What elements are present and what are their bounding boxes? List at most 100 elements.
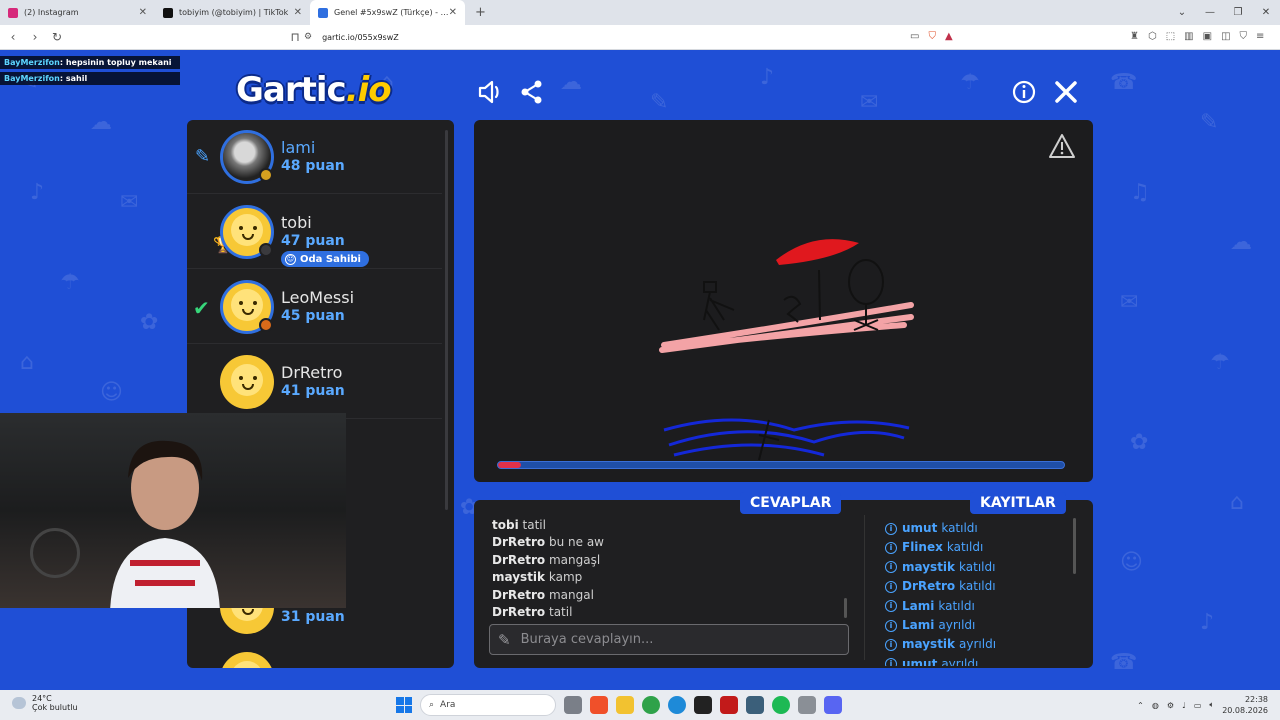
sidebar-icon[interactable]: ▥ <box>1184 31 1193 42</box>
bookmark-icon[interactable]: ⊓ <box>286 30 304 44</box>
answer-text: mangaşl <box>548 552 601 567</box>
round-timer-bar <box>497 461 1065 469</box>
search-icon: ⌕ <box>429 700 435 710</box>
answers-list: tobi tatil DrRetro bu ne aw DrRetro mang… <box>492 517 842 621</box>
info-button[interactable] <box>1010 78 1038 106</box>
extension-icon[interactable]: ♜ <box>1130 31 1139 42</box>
answer-input-field[interactable]: ✎ <box>489 624 849 655</box>
room-owner-badge: ☺ Oda Sahibi <box>281 251 369 267</box>
log-user: maystik <box>902 637 956 652</box>
logo-suffix: .io <box>345 70 392 110</box>
logs-scrollbar[interactable] <box>1073 518 1076 574</box>
forward-icon[interactable]: › <box>26 30 44 44</box>
sound-button[interactable] <box>476 78 504 106</box>
close-icon[interactable]: ✕ <box>294 7 302 18</box>
app-icon[interactable] <box>720 696 738 714</box>
extension-icon[interactable]: ⬡ <box>1148 31 1157 42</box>
browser-tab-gartic[interactable]: Genel #5x9swZ (Türkçe) - Gartic.io ✕ <box>310 0 465 25</box>
answer-item: DrRetro bu ne aw <box>492 534 842 551</box>
answer-text: tatil <box>522 518 546 532</box>
log-user: Lami <box>902 617 935 632</box>
back-icon[interactable]: ‹ <box>4 30 22 44</box>
timer-fill <box>498 462 521 468</box>
chat-user: BayMerzifon <box>4 58 60 67</box>
app-icon[interactable] <box>746 696 764 714</box>
answer-user: DrRetro <box>492 604 546 619</box>
browser-tab-tiktok[interactable]: tobiyim (@tobiyim) | TikTok ✕ <box>155 0 310 25</box>
weather-desc: Çok bulutlu <box>32 703 78 712</box>
wallet-icon[interactable]: ▣ <box>1203 31 1212 42</box>
browser-tab-instagram[interactable]: (2) Instagram ✕ <box>0 0 155 25</box>
log-text: ayrıldı <box>938 617 976 632</box>
close-icon[interactable]: ✕ <box>449 7 457 18</box>
gartic-logo[interactable]: Gartic.io <box>236 70 392 110</box>
chevron-up-icon[interactable]: ⌃ <box>1137 701 1144 710</box>
mic-icon[interactable]: ♩ <box>1182 701 1186 710</box>
logo-main: Gartic <box>236 70 347 110</box>
file-explorer-icon[interactable] <box>616 696 634 714</box>
reload-icon[interactable]: ↻ <box>48 30 66 44</box>
player-name: lami <box>281 138 316 157</box>
log-item: i maystik ayrıldı <box>885 635 1070 654</box>
display-icon[interactable]: ▭ <box>1194 701 1202 710</box>
rewards-icon[interactable]: ▲ <box>945 31 953 42</box>
info-icon: i <box>885 600 897 613</box>
site-settings-icon[interactable]: ⚙ <box>304 32 312 42</box>
share-button[interactable] <box>518 78 546 106</box>
app-icon[interactable] <box>668 696 686 714</box>
vpn-icon[interactable]: ◫ <box>1221 31 1230 42</box>
chrome-icon[interactable] <box>642 696 660 714</box>
clock[interactable]: 22:38 20.08.2026 <box>1222 694 1268 716</box>
shield-icon[interactable]: ⛉ <box>1240 31 1248 42</box>
app-icon[interactable] <box>694 696 712 714</box>
log-item: i maystik katıldı <box>885 558 1070 577</box>
extension-icon[interactable]: ⬚ <box>1166 31 1175 42</box>
app-icon[interactable] <box>798 696 816 714</box>
answer-text: mangal <box>548 587 594 602</box>
brave-icon[interactable] <box>590 696 608 714</box>
browser-tab-bar: (2) Instagram ✕ tobiyim (@tobiyim) | Tik… <box>0 0 1280 25</box>
extension-icons: ♜ ⬡ ⬚ ▥ ▣ ◫ ⛉ ≡ <box>1130 31 1264 42</box>
discord-icon[interactable] <box>824 696 842 714</box>
player-row[interactable]: ✎ lami 48 puan <box>187 120 442 194</box>
players-scrollbar[interactable] <box>445 130 448 510</box>
spotify-icon[interactable] <box>772 696 790 714</box>
weather-widget[interactable]: 24°C Çok bulutlu <box>12 694 78 712</box>
drawing-canvas[interactable] <box>474 120 1093 482</box>
logs-list: i umut katıldı i Flinex katıldı i maystik katı… <box>885 519 1070 666</box>
log-text: ayrıldı <box>941 656 979 666</box>
answers-scrollbar[interactable] <box>844 598 847 618</box>
log-user: Lami <box>902 598 935 613</box>
report-warning-icon[interactable] <box>1048 133 1076 159</box>
maximize-button[interactable]: ❐ <box>1224 0 1252 25</box>
close-icon[interactable]: ✕ <box>139 7 147 18</box>
task-view-icon[interactable] <box>564 696 582 714</box>
cast-icon[interactable]: ▭ <box>910 31 919 42</box>
network-icon[interactable]: ◍ <box>1152 701 1159 710</box>
player-row[interactable]: ✔ LeoMessi 45 puan <box>187 270 442 344</box>
log-text: katıldı <box>941 521 978 535</box>
logs-title: KAYITLAR <box>970 492 1066 514</box>
url-field[interactable]: ⚙ gartic.io/055x9swZ <box>304 32 399 42</box>
menu-icon[interactable]: ≡ <box>1256 31 1264 42</box>
answer-text: tatil <box>548 604 573 619</box>
tab-list-icon[interactable]: ⌄ <box>1168 0 1196 25</box>
answer-input[interactable] <box>520 632 821 647</box>
instagram-icon <box>8 7 18 18</box>
checkmark-icon: ✔ <box>193 296 210 320</box>
taskbar-search[interactable]: ⌕ Ara <box>420 694 556 716</box>
chat-message: BayMerzifon: sahil <box>0 72 180 85</box>
brave-shield-icon[interactable]: ⛉ <box>928 31 936 42</box>
info-icon: i <box>885 522 897 535</box>
close-window-button[interactable]: ✕ <box>1252 0 1280 25</box>
windows-start-icon[interactable] <box>396 697 412 713</box>
player-row[interactable]: DrRetro 41 puan <box>187 345 442 419</box>
exit-button[interactable] <box>1052 78 1080 106</box>
volume-icon[interactable]: 🔈︎ <box>1209 700 1214 710</box>
log-text: katıldı <box>938 598 975 613</box>
settings-icon[interactable]: ⚙ <box>1167 701 1174 710</box>
answer-user: tobi <box>492 518 519 532</box>
player-row[interactable]: 🏆 tobi 47 puan ☺Oda Sahibi <box>187 195 442 269</box>
new-tab-button[interactable]: + <box>475 5 486 20</box>
minimize-button[interactable]: — <box>1196 0 1224 25</box>
